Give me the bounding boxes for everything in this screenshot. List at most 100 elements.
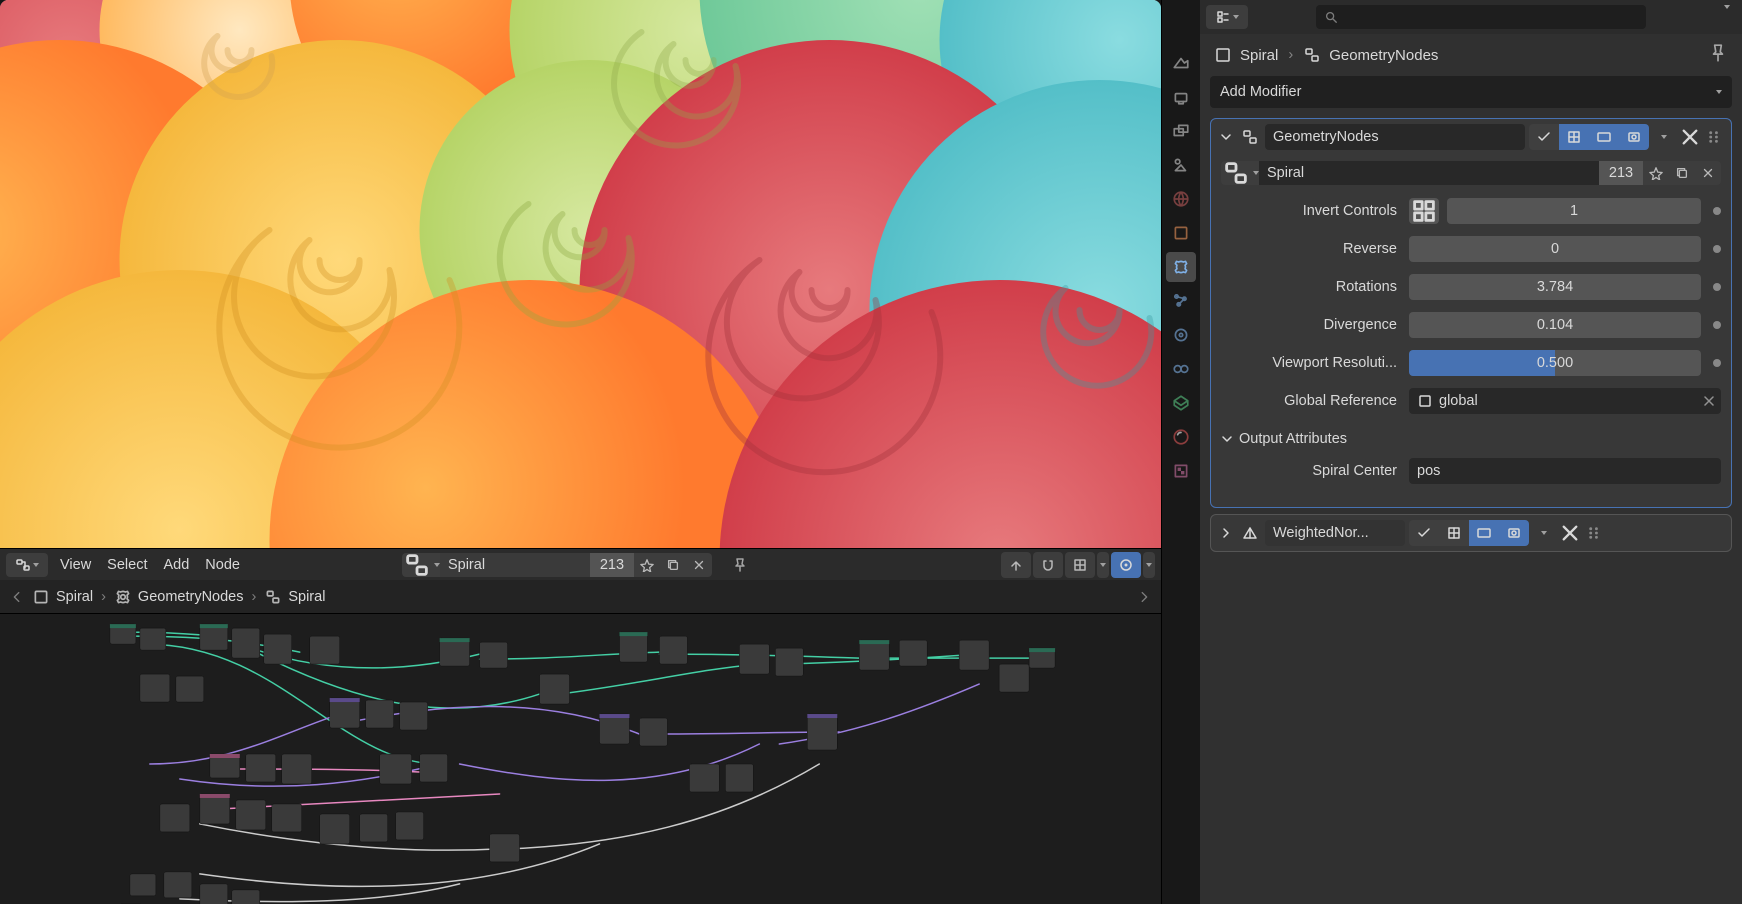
modifier-nodegroup-users[interactable]: 213 (1599, 161, 1643, 185)
node-editor-canvas[interactable] (0, 614, 1161, 904)
output-attributes-header[interactable]: Output Attributes (1221, 427, 1721, 455)
breadcrumb-object-link[interactable]: Spiral (1214, 46, 1278, 64)
modifier-fake-user[interactable] (1643, 161, 1669, 185)
unlink-nodegroup-button[interactable] (686, 553, 712, 577)
nodegroup-name-field[interactable]: Spiral (440, 553, 590, 577)
menu-node[interactable]: Node (201, 557, 244, 573)
node-breadcrumb: Spiral › GeometryNodes › Spiral (0, 580, 1161, 614)
tab-render[interactable] (1166, 48, 1196, 78)
nodegroup-users-count[interactable]: 213 (590, 553, 634, 577)
chevron-right-icon[interactable] (1137, 590, 1151, 604)
overlay-options-dropdown[interactable] (1143, 552, 1155, 578)
properties-editor-dropdown[interactable] (1206, 5, 1248, 29)
animate-property-button[interactable] (1713, 283, 1721, 291)
param-label: Reverse (1221, 241, 1401, 257)
remove-modifier-button[interactable] (1559, 522, 1581, 544)
param-rotations[interactable]: 3.784 (1409, 274, 1701, 300)
modifier-name-field[interactable]: WeightedNor... (1265, 520, 1405, 546)
show-viewport-toggle[interactable] (1589, 124, 1619, 150)
menu-add[interactable]: Add (159, 557, 193, 573)
param-viewport-resolution[interactable]: 0.500 (1409, 350, 1701, 376)
chevron-down-icon (1716, 90, 1722, 94)
param-divergence[interactable]: 0.104 (1409, 312, 1701, 338)
properties-panel: Spiral › GeometryNodes Add Modifier Geom… (1200, 0, 1742, 904)
nodegroup-browse-dropdown[interactable] (402, 553, 440, 577)
output-spiral-center[interactable]: pos (1409, 458, 1721, 484)
pin-button[interactable] (728, 553, 752, 577)
breadcrumb-modifier-link[interactable]: GeometryNodes (1303, 46, 1438, 64)
animate-property-button[interactable] (1713, 321, 1721, 329)
duplicate-nodegroup-button[interactable] (660, 553, 686, 577)
viewport-3d[interactable] (0, 0, 1161, 548)
parent-nodegroup-button[interactable] (1001, 552, 1031, 578)
param-label: Divergence (1221, 317, 1401, 333)
pin-properties-button[interactable] (1708, 43, 1728, 67)
animate-property-button[interactable] (1713, 207, 1721, 215)
clear-icon[interactable] (1703, 395, 1715, 407)
snap-button[interactable] (1033, 552, 1063, 578)
object-icon (1417, 393, 1433, 409)
snap-options-dropdown[interactable] (1097, 552, 1109, 578)
node-editor-header: View Select Add Node Spiral 213 (0, 548, 1161, 580)
add-modifier-dropdown[interactable]: Add Modifier (1210, 76, 1732, 108)
modifier-nodegroup-name[interactable]: Spiral (1259, 161, 1599, 185)
tab-scene[interactable] (1166, 150, 1196, 180)
chevron-left-icon[interactable] (10, 590, 24, 604)
drag-handle-icon[interactable] (1585, 523, 1605, 543)
show-in-editmode-toggle[interactable] (1559, 124, 1589, 150)
modifier-weighted-normal: WeightedNor... (1210, 514, 1732, 552)
modifier-nodegroup-browse[interactable] (1221, 161, 1259, 185)
attribute-toggle-button[interactable] (1409, 198, 1439, 224)
param-label: Viewport Resoluti... (1221, 355, 1401, 371)
tab-object[interactable] (1166, 218, 1196, 248)
drag-handle-icon[interactable] (1705, 127, 1725, 147)
menu-select[interactable]: Select (103, 557, 151, 573)
modifier-extras-dropdown[interactable] (1653, 135, 1675, 139)
show-on-cage-toggle[interactable] (1529, 124, 1559, 150)
modifier-unlink-nodegroup[interactable] (1695, 161, 1721, 185)
modifier-extras-dropdown[interactable] (1533, 531, 1555, 535)
tab-output[interactable] (1166, 82, 1196, 112)
property-tabs (1162, 0, 1200, 904)
modifier-name-field[interactable]: GeometryNodes (1265, 124, 1525, 150)
modifier-duplicate-nodegroup[interactable] (1669, 161, 1695, 185)
modifier-geometry-nodes: GeometryNodes Spiral (1210, 118, 1732, 508)
param-global-reference[interactable]: global (1409, 388, 1721, 414)
menu-view[interactable]: View (56, 557, 95, 573)
animate-property-button[interactable] (1713, 359, 1721, 367)
breadcrumb-modifier[interactable]: GeometryNodes (114, 588, 244, 606)
show-in-editmode-toggle[interactable] (1439, 520, 1469, 546)
properties-header (1200, 0, 1742, 34)
show-render-toggle[interactable] (1499, 520, 1529, 546)
tab-view-layer[interactable] (1166, 116, 1196, 146)
fake-user-button[interactable] (634, 553, 660, 577)
tab-physics[interactable] (1166, 320, 1196, 350)
tab-world[interactable] (1166, 184, 1196, 214)
show-viewport-toggle[interactable] (1469, 520, 1499, 546)
breadcrumb-nodegroup[interactable]: Spiral (264, 588, 325, 606)
param-reverse[interactable]: 0 (1409, 236, 1701, 262)
tab-texture[interactable] (1166, 456, 1196, 486)
param-label: Global Reference (1221, 393, 1401, 409)
tab-modifier[interactable] (1166, 252, 1196, 282)
breadcrumb-object[interactable]: Spiral (32, 588, 93, 606)
param-invert-controls[interactable]: 1 (1447, 198, 1701, 224)
param-label: Rotations (1221, 279, 1401, 295)
snap-mode-button[interactable] (1065, 552, 1095, 578)
tab-material[interactable] (1166, 422, 1196, 452)
collapse-modifier-button[interactable] (1217, 527, 1235, 539)
overlay-toggle-button[interactable] (1111, 552, 1141, 578)
tab-data[interactable] (1166, 388, 1196, 418)
modifier-header: GeometryNodes (1211, 119, 1731, 155)
show-on-cage-toggle[interactable] (1409, 520, 1439, 546)
properties-options-dropdown[interactable] (1718, 9, 1736, 25)
weighted-normal-icon (1239, 524, 1261, 542)
properties-search-input[interactable] (1316, 5, 1646, 29)
editor-type-dropdown[interactable] (6, 553, 48, 577)
tab-particles[interactable] (1166, 286, 1196, 316)
animate-property-button[interactable] (1713, 245, 1721, 253)
collapse-modifier-button[interactable] (1217, 131, 1235, 143)
show-render-toggle[interactable] (1619, 124, 1649, 150)
remove-modifier-button[interactable] (1679, 126, 1701, 148)
tab-constraints[interactable] (1166, 354, 1196, 384)
